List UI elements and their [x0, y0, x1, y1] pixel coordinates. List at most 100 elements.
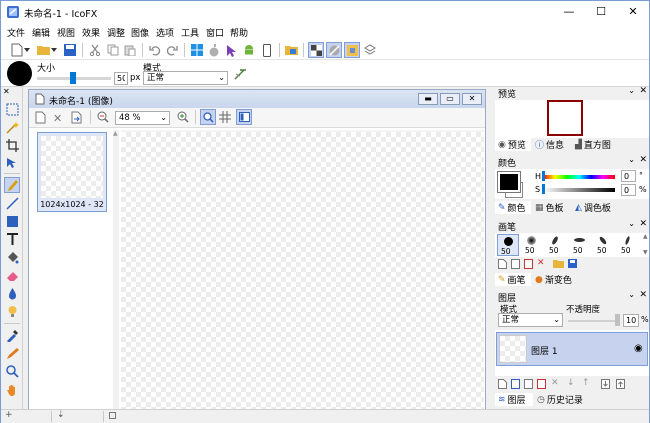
- line-icon[interactable]: [4, 195, 20, 211]
- saturation-slider[interactable]: [543, 188, 615, 192]
- brush-preset-5[interactable]: 50: [593, 234, 615, 256]
- panel-close-icon[interactable]: ✕: [639, 219, 647, 229]
- image-thumbnail[interactable]: 1024x1024 - 32: [37, 132, 107, 212]
- apple-icon[interactable]: [206, 42, 222, 58]
- move-layer-down-icon[interactable]: ↓: [567, 378, 575, 388]
- transparency-icon[interactable]: [326, 42, 342, 58]
- maximize-button[interactable]: ☐: [585, 1, 617, 23]
- move-icon[interactable]: [4, 155, 20, 171]
- menu-window[interactable]: 窗口: [206, 26, 224, 39]
- doc-close-button[interactable]: ✕: [462, 93, 482, 105]
- rectangle-icon[interactable]: [4, 213, 20, 229]
- tab-swatches[interactable]: ▦ 色板: [535, 201, 564, 215]
- checker-background-icon[interactable]: [308, 42, 324, 58]
- zoom-select[interactable]: 48 % ⌄: [115, 111, 170, 125]
- opacity-slider-track[interactable]: [568, 320, 618, 322]
- doc-maximize-button[interactable]: ▭: [440, 93, 460, 105]
- hue-input[interactable]: [621, 170, 636, 182]
- duplicate-layer-icon[interactable]: [511, 379, 520, 392]
- dodge-bulb-icon[interactable]: [4, 303, 20, 319]
- scroll-down-icon[interactable]: ▼: [643, 249, 648, 256]
- opacity-slider-thumb[interactable]: [615, 314, 620, 326]
- hue-slider[interactable]: [543, 175, 615, 179]
- hand-icon[interactable]: [4, 381, 20, 397]
- redo-icon[interactable]: [164, 42, 180, 58]
- pencil-icon[interactable]: [4, 345, 20, 361]
- close-button[interactable]: ✕: [617, 1, 649, 23]
- cut-icon[interactable]: [87, 42, 103, 58]
- doc-minimize-button[interactable]: ▬: [418, 93, 438, 105]
- layer-row[interactable]: 图层 1 ◉: [496, 332, 648, 366]
- layer-visibility-eye-icon[interactable]: ◉: [634, 343, 643, 354]
- new-dropdown-icon[interactable]: [23, 42, 31, 58]
- tab-info[interactable]: ⓘ 信息: [535, 138, 564, 151]
- brush-preset-2[interactable]: 50: [521, 234, 543, 256]
- tab-histogram[interactable]: ▟ 直方图: [575, 138, 611, 152]
- saturation-slider-thumb[interactable]: [542, 184, 545, 194]
- copy-icon[interactable]: [105, 42, 121, 58]
- rect-select-icon[interactable]: [4, 101, 20, 117]
- brush-icon[interactable]: [4, 177, 20, 193]
- actual-size-icon[interactable]: [200, 109, 216, 125]
- grid-color-icon[interactable]: [344, 42, 360, 58]
- panel-close-icon[interactable]: ✕: [639, 86, 647, 96]
- paste-icon[interactable]: [122, 42, 138, 58]
- move-layer-up-icon[interactable]: ↑: [582, 378, 590, 388]
- brush-preset-6[interactable]: 50: [617, 234, 639, 256]
- new-image-icon[interactable]: [35, 111, 46, 127]
- size-input[interactable]: [114, 72, 128, 85]
- layer-from-file-icon[interactable]: [524, 379, 533, 392]
- menu-tools[interactable]: 工具: [181, 26, 199, 39]
- duplicate-brush-icon[interactable]: [511, 259, 520, 272]
- cursor-icon[interactable]: [223, 42, 239, 58]
- tab-history[interactable]: ◷ 历史记录: [537, 393, 583, 407]
- brush-preset-4[interactable]: 50: [569, 234, 591, 256]
- panel-close-icon[interactable]: ✕: [639, 155, 647, 165]
- toolbox-close-icon[interactable]: ✕: [3, 87, 10, 96]
- hue-slider-thumb[interactable]: [542, 171, 545, 181]
- delete-image-icon[interactable]: ✕: [53, 112, 62, 125]
- undo-icon[interactable]: [147, 42, 163, 58]
- menu-options[interactable]: 选项: [156, 26, 174, 39]
- panel-pin-icon[interactable]: ⌄: [628, 290, 635, 299]
- merge-down-icon[interactable]: [601, 379, 610, 392]
- scroll-up-icon[interactable]: ▲: [113, 130, 118, 137]
- paint-bucket-icon[interactable]: [4, 249, 20, 265]
- windows-icon[interactable]: [189, 42, 205, 58]
- blur-drop-icon[interactable]: [4, 285, 20, 301]
- save-brush-icon[interactable]: [568, 259, 577, 271]
- menu-edit[interactable]: 编辑: [32, 26, 50, 39]
- new-brush-icon[interactable]: [498, 259, 507, 272]
- pressure-pen-icon[interactable]: [234, 68, 247, 83]
- layer-mode-select[interactable]: 正常 ⌄: [498, 313, 563, 327]
- menu-image[interactable]: 图像: [131, 26, 149, 39]
- tab-layers[interactable]: ≋ 图层: [495, 393, 533, 406]
- grid-icon[interactable]: [219, 111, 231, 126]
- delete-brush-icon[interactable]: ✕: [537, 258, 545, 268]
- brush-preset-3[interactable]: 50: [545, 234, 567, 256]
- panel-pin-icon[interactable]: ⌄: [628, 155, 635, 164]
- save-icon[interactable]: [62, 42, 78, 58]
- menu-help[interactable]: 帮助: [230, 26, 248, 39]
- size-slider-thumb[interactable]: [70, 72, 76, 84]
- mobile-icon[interactable]: [259, 42, 275, 58]
- menu-file[interactable]: 文件: [7, 26, 25, 39]
- panel-pin-icon[interactable]: ⌄: [628, 86, 635, 95]
- minimize-button[interactable]: —: [553, 1, 585, 23]
- saturation-input[interactable]: [621, 184, 636, 196]
- thumbnail-panel-icon[interactable]: [236, 109, 252, 125]
- new-layer-icon[interactable]: [498, 379, 507, 392]
- crop-icon[interactable]: [4, 137, 20, 153]
- merge-up-icon[interactable]: [616, 379, 625, 392]
- image-canvas[interactable]: [121, 132, 484, 410]
- mode-select[interactable]: 正常 ⌄: [143, 71, 228, 85]
- tab-brush[interactable]: ✎ 画笔: [495, 273, 531, 286]
- delete-layer-icon[interactable]: ✕: [551, 378, 559, 388]
- zoom-out-icon[interactable]: [97, 111, 109, 126]
- import-brush-icon[interactable]: [524, 259, 533, 272]
- export-image-icon[interactable]: [71, 111, 82, 127]
- thumbnail-scrollbar[interactable]: ▲: [113, 130, 119, 410]
- tab-gradient[interactable]: ● 渐变色: [535, 273, 572, 287]
- menu-view[interactable]: 视图: [57, 26, 75, 39]
- eraser-icon[interactable]: [4, 267, 20, 283]
